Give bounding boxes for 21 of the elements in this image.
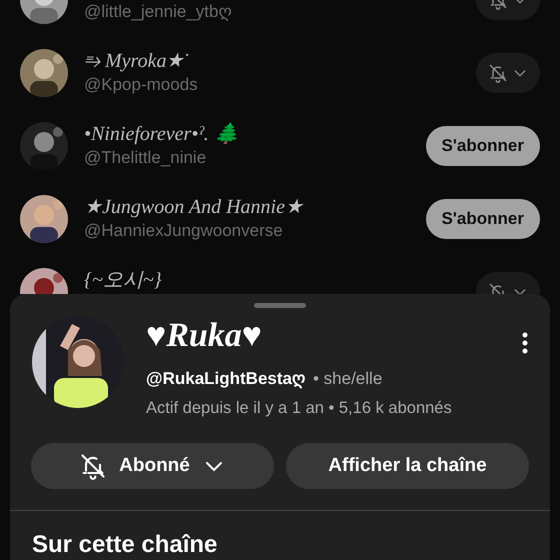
channel-name: ★Jungwoon And Hannie★: [84, 194, 304, 218]
channel-handle: @little_jennie_ytbღ: [84, 0, 232, 23]
subscribed-label: Abonné: [119, 454, 190, 478]
channel-handle: @HanniexJungwoonverse: [84, 220, 284, 242]
more-icon[interactable]: [522, 332, 528, 354]
channel-stats: Actif depuis le il y a 1 an • 5,16 k abonnés: [146, 398, 453, 418]
pronouns: • she/elle: [313, 368, 382, 390]
channel-handle: @Thelittle_ninie: [84, 146, 208, 168]
subscribe-button[interactable]: S'abonner: [426, 198, 540, 238]
channel-name: ⥱ Myroka★˙: [84, 48, 190, 72]
subscribed-button[interactable]: Abonné: [31, 443, 274, 490]
section-title: Sur cette chaîne: [31, 531, 218, 560]
channel-handle: @Kpop-moods: [84, 74, 199, 96]
subscribe-button[interactable]: S'abonner: [426, 126, 540, 166]
drag-handle[interactable]: [254, 303, 306, 308]
channel-title: ♥Ruka♥: [146, 316, 263, 356]
channel-handle: @RukaLightBestaღ: [146, 368, 305, 390]
channel-name: {~오시~}: [84, 268, 163, 292]
view-channel-button[interactable]: Afficher la chaîne: [286, 443, 529, 490]
notification-button[interactable]: [476, 52, 540, 92]
channel-name: •Ninieforever•ˀ. 🌲: [84, 122, 240, 146]
